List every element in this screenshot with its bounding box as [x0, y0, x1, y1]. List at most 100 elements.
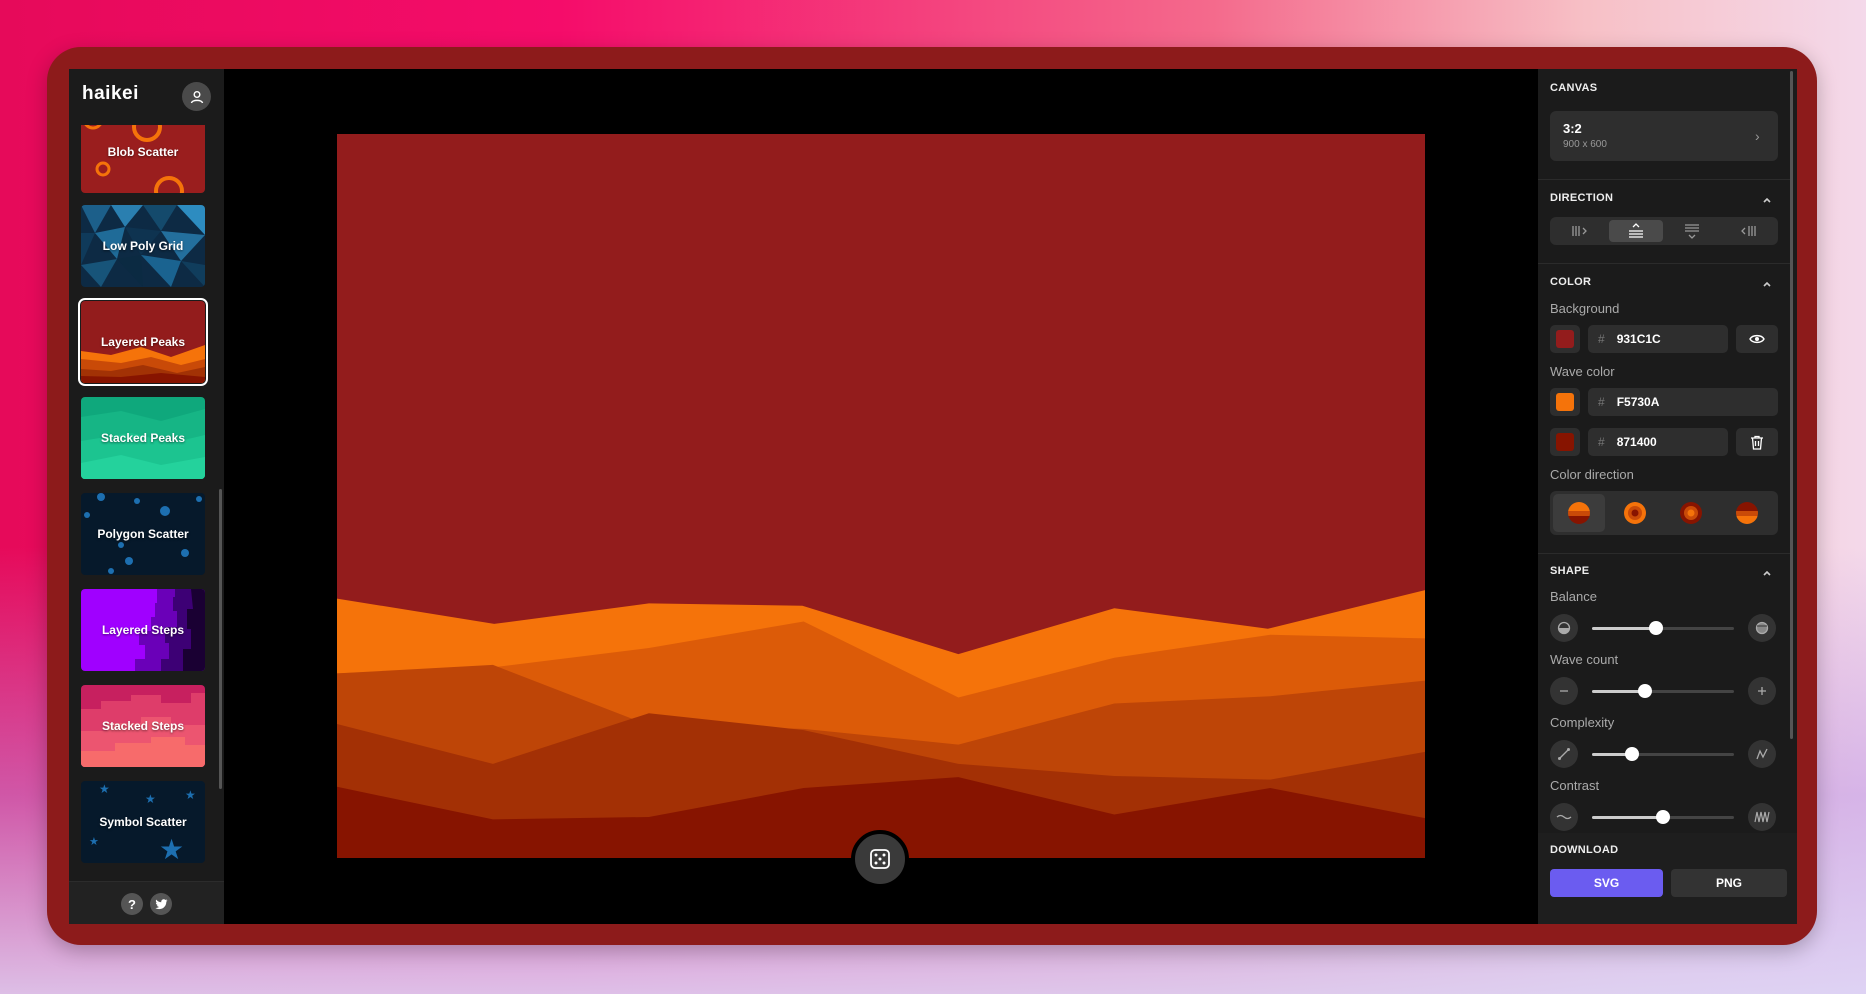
color-direction-linear-inverse-button[interactable]	[1721, 494, 1773, 532]
svg-text:★: ★	[99, 782, 110, 796]
balance-less-button[interactable]	[1550, 614, 1578, 642]
trash-icon	[1751, 435, 1763, 450]
direction-down-button[interactable]	[1665, 220, 1719, 242]
user-icon	[190, 90, 203, 103]
divider	[1538, 553, 1790, 554]
background-color-label: Background	[1550, 301, 1620, 316]
generator-layered-steps[interactable]: Layered Steps	[81, 589, 205, 671]
generator-polygon-scatter[interactable]: Polygon Scatter	[81, 493, 205, 575]
color-direction-radial-inverse-button[interactable]	[1665, 494, 1717, 532]
hash-label: #	[1598, 332, 1605, 346]
contrast-less-button[interactable]	[1550, 803, 1578, 831]
sidebar-scrollbar[interactable]	[219, 489, 222, 789]
generator-symbol-scatter[interactable]: ★ ★ ★ ★ ★ Symbol Scatter	[81, 781, 205, 863]
direction-up-icon	[1629, 223, 1643, 238]
generator-list: Blob Scatter Low Poly Grid Layered Peaks…	[69, 125, 219, 924]
wave-count-slider-row	[1550, 676, 1778, 706]
svg-text:★: ★	[89, 835, 99, 848]
generator-label: Stacked Steps	[101, 719, 185, 733]
contrast-slider[interactable]	[1592, 810, 1734, 824]
generator-label: Low Poly Grid	[102, 239, 184, 253]
generator-low-poly-grid[interactable]: Low Poly Grid	[81, 205, 205, 287]
contrast-more-button[interactable]	[1748, 803, 1776, 831]
svg-text:★: ★	[185, 788, 196, 802]
help-button[interactable]: ?	[121, 893, 143, 915]
user-account-button[interactable]	[182, 82, 211, 111]
linear-gradient-icon	[1568, 502, 1590, 524]
canvas-size-selector[interactable]: 3:2 900 x 600 ›	[1550, 111, 1778, 161]
chevron-up-icon[interactable]	[1761, 278, 1773, 290]
balance-slider-knob[interactable]	[1648, 621, 1663, 635]
sidebar-footer: ?	[69, 881, 224, 924]
download-png-button[interactable]: PNG	[1671, 869, 1787, 897]
generator-label: Blob Scatter	[107, 145, 179, 159]
complexity-less-button[interactable]	[1550, 740, 1578, 768]
settings-panel: CANVAS 3:2 900 x 600 › DIRECTION COLOR B…	[1538, 69, 1797, 924]
app-window: haikei Blob Scatter Low Poly Grid Layere…	[69, 69, 1797, 924]
color-section-title: COLOR	[1550, 276, 1592, 288]
complexity-slider-row	[1550, 739, 1778, 769]
panel-scrollbar[interactable]	[1790, 71, 1793, 739]
chevron-right-icon: ›	[1755, 128, 1760, 144]
generator-label: Layered Peaks	[100, 335, 186, 349]
svg-text:★: ★	[145, 792, 156, 806]
balance-slider-fill	[1592, 627, 1656, 630]
delete-color-button[interactable]	[1736, 428, 1778, 456]
wave-count-increase-button[interactable]	[1748, 677, 1776, 705]
complexity-slider[interactable]	[1592, 747, 1734, 761]
balance-slider[interactable]	[1592, 621, 1734, 635]
generator-stacked-peaks[interactable]: Stacked Peaks	[81, 397, 205, 479]
dice-icon	[870, 849, 890, 869]
wave-count-slider-knob[interactable]	[1637, 684, 1652, 698]
generator-blob-scatter[interactable]: Blob Scatter	[81, 125, 205, 193]
plus-icon	[1758, 687, 1766, 695]
wave-canvas[interactable]	[337, 134, 1425, 858]
wave-color-swatch-2[interactable]	[1550, 428, 1580, 456]
minus-icon	[1560, 690, 1568, 692]
radial-gradient-icon	[1624, 502, 1646, 524]
half-circle-icon	[1557, 621, 1571, 635]
chevron-up-icon[interactable]	[1761, 567, 1773, 579]
svg-text:★: ★	[159, 833, 184, 863]
contrast-label: Contrast	[1550, 778, 1600, 793]
high-wave-icon	[1754, 811, 1770, 823]
complexity-more-button[interactable]	[1748, 740, 1776, 768]
balance-more-button[interactable]	[1748, 614, 1776, 642]
background-color-input[interactable]: # 931C1C	[1588, 325, 1728, 353]
generator-layered-peaks[interactable]: Layered Peaks	[78, 298, 208, 386]
contrast-slider-knob[interactable]	[1656, 810, 1670, 824]
app-logo[interactable]: haikei	[82, 83, 139, 105]
direction-left-button[interactable]	[1721, 220, 1775, 242]
direction-right-button[interactable]	[1553, 220, 1607, 242]
download-svg-button[interactable]: SVG	[1550, 869, 1663, 897]
randomize-button[interactable]	[851, 830, 909, 888]
direction-selector	[1550, 217, 1778, 245]
wave-color-swatch-1[interactable]	[1550, 388, 1580, 416]
color-direction-selector	[1550, 491, 1778, 535]
wave-count-decrease-button[interactable]	[1550, 677, 1578, 705]
direction-left-icon	[1741, 226, 1756, 236]
toggle-background-visibility-button[interactable]	[1736, 325, 1778, 353]
direction-up-button[interactable]	[1609, 220, 1663, 242]
divider	[1538, 179, 1790, 180]
full-circle-icon	[1755, 621, 1769, 635]
wave-count-slider[interactable]	[1592, 684, 1734, 698]
color-direction-radial-button[interactable]	[1609, 494, 1661, 532]
canvas-section-title: CANVAS	[1550, 82, 1598, 94]
background-color-swatch[interactable]	[1550, 325, 1580, 353]
contrast-slider-fill	[1592, 816, 1663, 819]
wave-color-input-1[interactable]: # F5730A	[1588, 388, 1778, 416]
generator-label: Polygon Scatter	[97, 527, 189, 541]
twitter-button[interactable]	[150, 893, 172, 915]
color-direction-linear-button[interactable]	[1553, 494, 1605, 532]
generator-stacked-steps[interactable]: Stacked Steps	[81, 685, 205, 767]
eye-icon	[1749, 334, 1765, 344]
chevron-up-icon[interactable]	[1761, 194, 1773, 206]
wave-color-input-2[interactable]: # 871400	[1588, 428, 1728, 456]
color-direction-label: Color direction	[1550, 467, 1634, 482]
wave-color-label: Wave color	[1550, 364, 1615, 379]
balance-slider-row	[1550, 613, 1778, 643]
canvas-dimensions: 900 x 600	[1563, 139, 1607, 150]
complexity-slider-knob[interactable]	[1624, 747, 1639, 761]
generator-label: Symbol Scatter	[99, 815, 187, 829]
